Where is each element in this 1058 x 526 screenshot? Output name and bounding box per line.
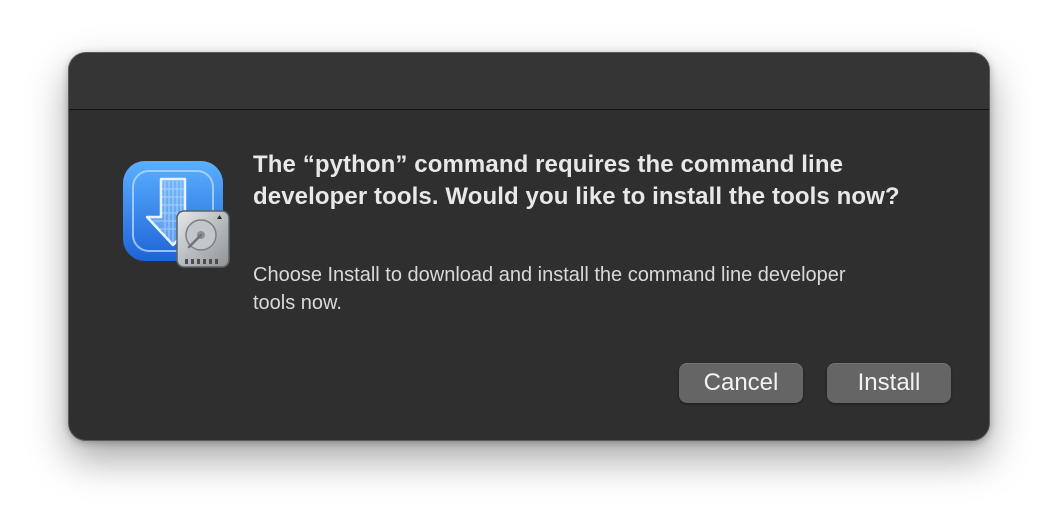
dialog-titlebar — [69, 53, 989, 110]
dialog-message: Choose Install to download and install t… — [253, 264, 846, 314]
dialog-title: The “python” command requires the comman… — [253, 151, 900, 210]
install-tools-dialog: The “python” command requires the comman… — [68, 52, 990, 441]
install-button[interactable]: Install — [827, 363, 951, 403]
install-developer-tools-icon — [121, 159, 233, 271]
cancel-button[interactable]: Cancel — [679, 363, 803, 403]
